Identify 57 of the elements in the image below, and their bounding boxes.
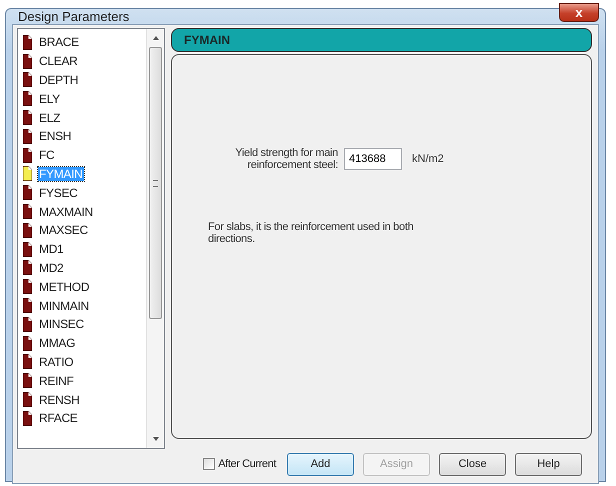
document-icon: [23, 222, 32, 238]
unit-label: kN/m2: [412, 153, 444, 165]
document-icon: [23, 34, 32, 50]
parameter-item[interactable]: CLEAR: [38, 54, 79, 68]
document-icon: [23, 410, 32, 426]
parameter-item[interactable]: MMAG: [38, 336, 76, 350]
after-current-checkbox[interactable]: [203, 458, 216, 470]
parameter-item[interactable]: MINMAIN: [38, 298, 90, 313]
field-label: Yield strength for main reinforcement steel:: [234, 147, 338, 171]
parameter-item[interactable]: BRACE: [38, 35, 80, 50]
document-icon: [23, 354, 32, 370]
parameter-item[interactable]: MAXMAIN: [38, 204, 94, 219]
document-icon: [23, 91, 32, 106]
parameter-item[interactable]: FYSEC: [38, 186, 79, 200]
parameter-item[interactable]: MD2: [38, 260, 64, 275]
document-icon: [23, 316, 32, 332]
description-text: For slabs, it is the reinforcement used in both directions.: [208, 221, 414, 245]
parameter-item[interactable]: RENSH: [38, 392, 81, 407]
document-icon: [23, 128, 32, 144]
document-icon: [23, 242, 32, 257]
scroll-thumb[interactable]: [149, 47, 162, 319]
panel-title: FYMAIN: [184, 33, 230, 47]
document-icon: [23, 279, 32, 294]
parameter-item[interactable]: ELY: [38, 92, 61, 106]
document-icon: [23, 204, 32, 220]
document-icon: [23, 72, 32, 88]
document-icon: [23, 260, 32, 276]
document-icon: [23, 110, 32, 126]
parameter-item[interactable]: REINF: [38, 374, 75, 388]
document-icon: [23, 54, 32, 69]
parameter-item[interactable]: MD1: [38, 242, 64, 256]
window-close-button[interactable]: x: [559, 3, 599, 22]
parameter-item[interactable]: FC: [38, 148, 56, 162]
parameter-item[interactable]: RATIO: [38, 354, 74, 369]
parameter-item[interactable]: DEPTH: [38, 72, 80, 87]
document-icon: [23, 148, 32, 163]
dialog-button[interactable]: Help: [515, 452, 582, 476]
document-icon: [23, 373, 32, 388]
parameter-item[interactable]: ELZ: [38, 110, 62, 125]
scrollbar[interactable]: [146, 29, 164, 448]
document-icon: [23, 336, 32, 351]
parameter-item[interactable]: MINSEC: [38, 317, 85, 332]
parameter-item[interactable]: METHOD: [38, 280, 90, 294]
dialog-button[interactable]: Add: [287, 452, 354, 476]
dialog-button[interactable]: Close: [439, 452, 506, 476]
parameter-item[interactable]: MAXSEC: [38, 223, 89, 238]
checkbox-label: After Current: [218, 458, 276, 470]
yield-strength-field[interactable]: 413688: [344, 148, 402, 170]
scroll-up-icon[interactable]: [152, 35, 160, 41]
window-title: Design Parameters: [17, 9, 130, 24]
document-icon: [23, 166, 32, 182]
document-icon: [23, 392, 32, 408]
parameter-item[interactable]: ENSH: [38, 129, 72, 144]
scroll-down-icon[interactable]: [152, 436, 160, 442]
document-icon: [23, 298, 32, 314]
parameter-item[interactable]: RFACE: [38, 411, 79, 426]
document-icon: [23, 185, 32, 200]
